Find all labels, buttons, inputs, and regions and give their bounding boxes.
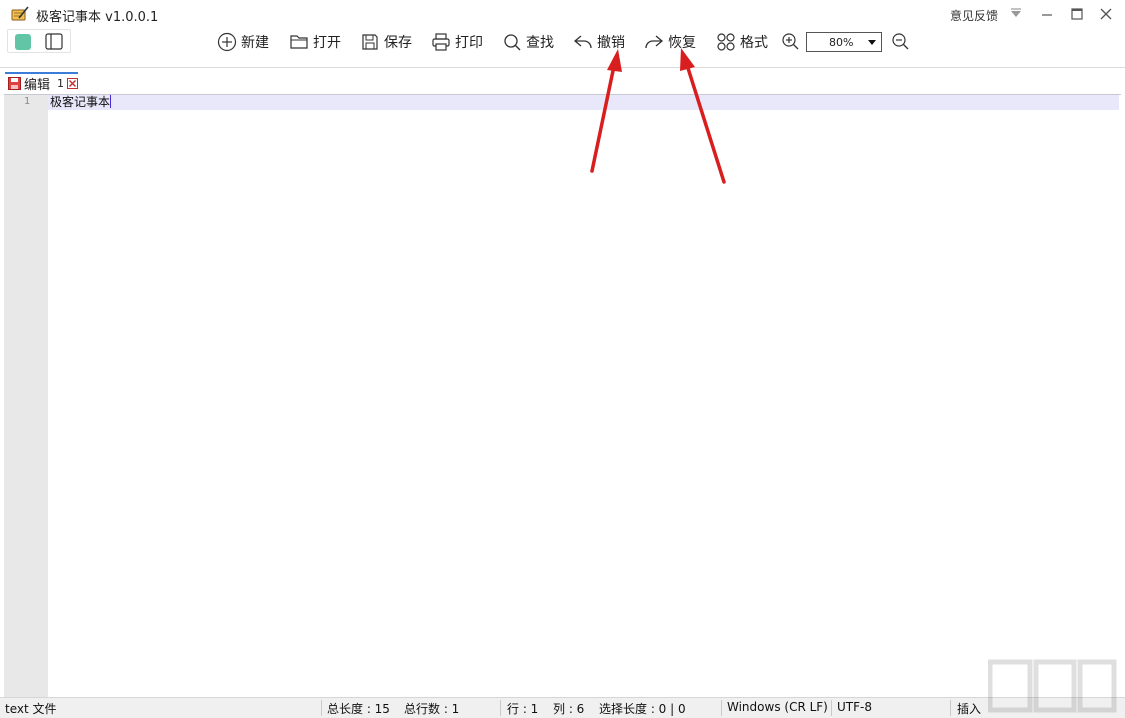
line-number-gutter <box>4 95 48 698</box>
sidebar-panel-icon[interactable] <box>45 33 63 50</box>
find-button[interactable]: 查找 <box>502 31 554 53</box>
status-divider <box>950 700 951 716</box>
chevron-down-icon <box>1011 8 1021 17</box>
status-divider <box>500 700 501 716</box>
grid-circles-icon <box>717 33 735 51</box>
folder-icon <box>290 35 308 49</box>
maximize-button[interactable] <box>1067 4 1087 24</box>
status-total-length: 总长度 : 15 <box>327 702 390 716</box>
line-number: 1 <box>24 96 31 107</box>
zoom-value: 80% <box>829 36 854 49</box>
zoom-out-icon[interactable] <box>890 31 910 51</box>
save-icon <box>362 34 378 50</box>
undo-label: 撤销 <box>597 35 625 51</box>
status-encoding[interactable]: UTF-8 <box>837 700 872 714</box>
view-toggle <box>7 29 71 53</box>
plus-circle-icon <box>217 32 237 52</box>
text-editor[interactable]: 极客记事本 <box>50 95 112 110</box>
redo-icon <box>645 35 664 49</box>
redo-label: 恢复 <box>668 35 696 51</box>
undo-icon <box>573 35 592 49</box>
status-divider <box>831 700 832 716</box>
new-button[interactable]: 新建 <box>217 31 269 53</box>
minimize-button[interactable] <box>1037 4 1057 24</box>
print-button[interactable]: 打印 <box>431 31 483 53</box>
tab-close-icon[interactable] <box>67 77 79 89</box>
text-caret <box>110 95 112 108</box>
theme-color-button[interactable] <box>15 34 31 50</box>
undo-button[interactable]: 撤销 <box>573 31 625 53</box>
app-logo-icon <box>11 6 29 21</box>
status-file-type: text 文件 <box>5 702 57 716</box>
close-button[interactable] <box>1096 4 1116 24</box>
status-total-lines: 总行数 : 1 <box>404 702 460 716</box>
feedback-link[interactable]: 意见反馈 <box>950 7 998 24</box>
redo-button[interactable]: 恢复 <box>644 31 696 53</box>
minimize-icon <box>1042 14 1052 16</box>
zoom-select[interactable]: 80% <box>806 32 882 52</box>
tab-number: 1 <box>57 76 65 90</box>
editor-line-text: 极客记事本 <box>50 95 111 109</box>
status-line-ending[interactable]: Windows (CR LF) <box>727 700 828 714</box>
status-divider <box>321 700 322 716</box>
unsaved-file-icon <box>8 76 21 90</box>
app-title: 极客记事本 v1.0.0.1 <box>36 10 159 25</box>
save-button[interactable]: 保存 <box>360 31 412 53</box>
status-row: 行 : 1 <box>507 702 539 716</box>
watermark-logo-icon <box>988 659 1117 713</box>
maximize-icon <box>1071 8 1083 20</box>
print-label: 打印 <box>455 35 483 51</box>
save-label: 保存 <box>384 35 412 51</box>
format-button[interactable]: 格式 <box>716 31 768 53</box>
open-button[interactable]: 打开 <box>289 31 341 53</box>
dropdown-menu-button[interactable] <box>1006 4 1026 24</box>
status-selection: 选择长度 : 0 | 0 <box>599 702 686 716</box>
dropdown-arrow-icon <box>868 40 876 45</box>
status-insert-mode[interactable]: 插入 <box>957 700 981 717</box>
status-divider <box>721 700 722 716</box>
annotation-arrow-redo <box>680 48 726 184</box>
toolbar-divider <box>0 67 1125 68</box>
open-label: 打开 <box>313 35 341 51</box>
status-bar: text 文件 总长度 : 15 总行数 : 1 行 : 1 列 : 6 选择长… <box>0 697 1125 718</box>
printer-icon <box>432 33 450 51</box>
close-icon <box>1100 8 1112 20</box>
zoom-in-icon[interactable] <box>780 31 800 51</box>
format-label: 格式 <box>740 35 768 51</box>
new-label: 新建 <box>241 35 269 51</box>
current-line-highlight <box>48 95 1119 110</box>
document-tab[interactable]: 编辑 1 <box>5 72 79 93</box>
find-label: 查找 <box>526 35 554 51</box>
search-icon <box>504 34 521 51</box>
status-col: 列 : 6 <box>553 702 585 716</box>
tab-label: 编辑 <box>24 77 51 93</box>
toolbar: 新建 打开 保存 打印 查找 撤销 恢复 格式 80% <box>0 26 1125 62</box>
